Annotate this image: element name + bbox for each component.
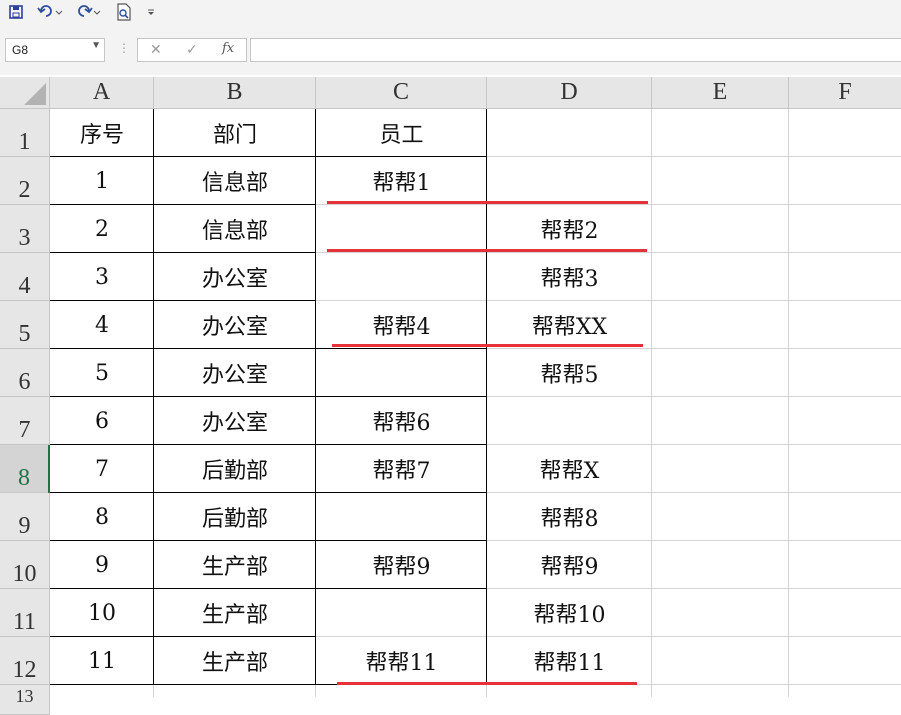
cell-C9[interactable] — [316, 493, 487, 541]
cell-A5[interactable]: 4 — [50, 301, 154, 349]
redo-icon[interactable] — [74, 2, 102, 22]
formula-input[interactable] — [250, 38, 901, 62]
cell-A9[interactable]: 8 — [50, 493, 154, 541]
cell-B2[interactable]: 信息部 — [154, 157, 316, 205]
cell-D7[interactable] — [487, 397, 652, 445]
cell-A12[interactable]: 11 — [50, 637, 154, 685]
gridline — [788, 109, 789, 697]
cell-B9[interactable]: 后勤部 — [154, 493, 316, 541]
column-header-f[interactable]: F — [789, 77, 901, 109]
column-header-c[interactable]: C — [316, 77, 487, 109]
print-preview-icon[interactable] — [114, 2, 134, 22]
customize-toolbar-icon[interactable] — [144, 2, 158, 22]
cell-B1[interactable]: 部门 — [154, 109, 316, 157]
red-annotation-line — [327, 201, 648, 204]
cell-C4[interactable] — [316, 253, 487, 301]
column-header-a[interactable]: A — [50, 77, 154, 109]
column-header-b[interactable]: B — [154, 77, 316, 109]
row-header-10[interactable]: 10 — [0, 541, 50, 589]
row-header-7[interactable]: 7 — [0, 397, 50, 445]
cell-D11[interactable]: 帮帮10 — [487, 589, 652, 637]
cell-A4[interactable]: 3 — [50, 253, 154, 301]
row-header-2[interactable]: 2 — [0, 157, 50, 205]
row-header-5[interactable]: 5 — [0, 301, 50, 349]
cell-B12[interactable]: 生产部 — [154, 637, 316, 685]
quick-access-toolbar — [0, 0, 901, 26]
formula-buttons: ✕ ✓ fx — [137, 38, 247, 62]
row-header-6[interactable]: 6 — [0, 349, 50, 397]
cell-A2[interactable]: 1 — [50, 157, 154, 205]
column-header-e[interactable]: E — [652, 77, 789, 109]
row-header-12[interactable]: 12 — [0, 637, 50, 685]
cell-A10[interactable]: 9 — [50, 541, 154, 589]
formula-bar-row: G8 ▼ ⋮ ✕ ✓ fx — [0, 26, 901, 75]
cell-C8[interactable]: 帮帮7 — [316, 445, 487, 493]
cell-A7[interactable]: 6 — [50, 397, 154, 445]
row-header-13[interactable]: 13 — [0, 685, 50, 715]
cell-A6[interactable]: 5 — [50, 349, 154, 397]
select-all-corner[interactable] — [0, 77, 50, 109]
cell-A3[interactable]: 2 — [50, 205, 154, 253]
cell-C11[interactable] — [316, 589, 487, 637]
cell-D3[interactable]: 帮帮2 — [487, 205, 652, 253]
cell-B5[interactable]: 办公室 — [154, 301, 316, 349]
save-icon[interactable] — [6, 2, 26, 22]
cell-B4[interactable]: 办公室 — [154, 253, 316, 301]
cancel-icon[interactable]: ✕ — [150, 41, 162, 58]
cell-A11[interactable]: 10 — [50, 589, 154, 637]
cell-B7[interactable]: 办公室 — [154, 397, 316, 445]
cell-C5[interactable]: 帮帮4 — [316, 301, 487, 349]
cell-D10[interactable]: 帮帮9 — [487, 541, 652, 589]
cell-D9[interactable]: 帮帮8 — [487, 493, 652, 541]
cell-D8[interactable]: 帮帮X — [487, 445, 652, 493]
undo-icon[interactable] — [36, 2, 64, 22]
cell-D2[interactable] — [487, 157, 652, 205]
name-box-value: G8 — [12, 43, 29, 57]
cell-A1[interactable]: 序号 — [50, 109, 154, 157]
cell-C1[interactable]: 员工 — [316, 109, 487, 157]
red-annotation-line — [337, 682, 637, 685]
cell-C7[interactable]: 帮帮6 — [316, 397, 487, 445]
red-annotation-line — [327, 249, 647, 252]
cell-B8[interactable]: 后勤部 — [154, 445, 316, 493]
cell-B3[interactable]: 信息部 — [154, 205, 316, 253]
row-header-1[interactable]: 1 — [0, 109, 50, 157]
insert-function-icon[interactable]: fx — [222, 41, 234, 56]
column-header-d[interactable]: D — [487, 77, 652, 109]
cell-A8[interactable]: 7 — [50, 445, 154, 493]
cell-B10[interactable]: 生产部 — [154, 541, 316, 589]
row-header-9[interactable]: 9 — [0, 493, 50, 541]
cell-C2[interactable]: 帮帮1 — [316, 157, 487, 205]
confirm-icon[interactable]: ✓ — [186, 41, 198, 58]
separator-dots-icon: ⋮ — [118, 41, 130, 55]
chevron-down-icon[interactable]: ▼ — [91, 40, 101, 51]
cell-C10[interactable]: 帮帮9 — [316, 541, 487, 589]
cell-C3[interactable] — [316, 205, 487, 253]
cell-D1[interactable] — [487, 109, 652, 157]
cell-D6[interactable]: 帮帮5 — [487, 349, 652, 397]
cell-B11[interactable]: 生产部 — [154, 589, 316, 637]
cell-C12[interactable]: 帮帮11 — [316, 637, 487, 685]
row-header-4[interactable]: 4 — [0, 253, 50, 301]
row-header-11[interactable]: 11 — [0, 589, 50, 637]
row-header-8[interactable]: 8 — [0, 445, 50, 493]
cell-D4[interactable]: 帮帮3 — [487, 253, 652, 301]
cell-D5[interactable]: 帮帮XX — [487, 301, 652, 349]
row-header-3[interactable]: 3 — [0, 205, 50, 253]
red-annotation-line — [332, 344, 643, 347]
name-box[interactable]: G8 ▼ — [5, 38, 105, 62]
cell-B6[interactable]: 办公室 — [154, 349, 316, 397]
cell-D12[interactable]: 帮帮11 — [487, 637, 652, 685]
cell-C6[interactable] — [316, 349, 487, 397]
